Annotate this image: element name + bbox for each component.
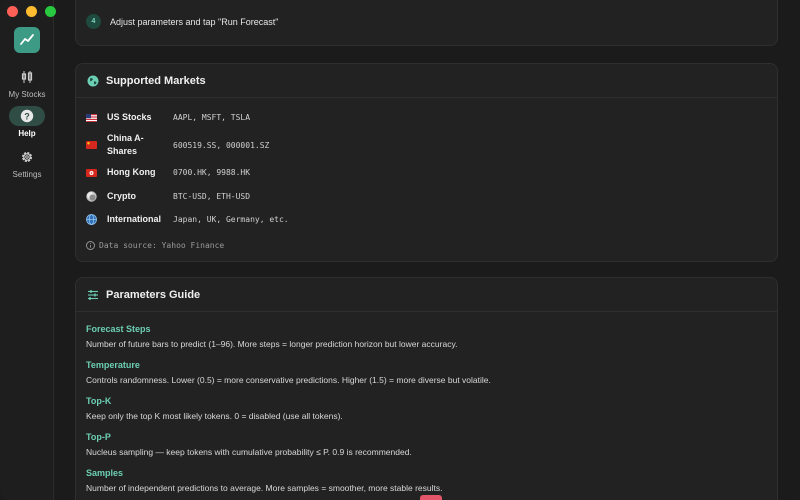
market-row: Crypto BTC-USD, ETH-USD: [86, 190, 250, 203]
market-name: China A-Shares: [107, 133, 144, 156]
param-name: Top-K: [86, 396, 112, 406]
market-name: Crypto: [107, 191, 136, 201]
scroll-indicator: [420, 495, 442, 500]
card-header: Parameters Guide: [76, 278, 777, 312]
card-title: Parameters Guide: [106, 288, 201, 301]
data-source-text: Data source: Yahoo Finance: [99, 241, 225, 250]
help-icon: ?: [20, 109, 34, 123]
app-logo: [14, 27, 40, 53]
market-row: Hong Kong 0700.HK, 9988.HK: [86, 166, 250, 179]
market-name: International: [107, 214, 162, 224]
market-codes: 600519.SS, 000001.SZ: [173, 140, 270, 150]
param-desc: Number of future bars to predict (1–96).…: [86, 339, 458, 349]
help-content[interactable]: 4 Adjust parameters and tap "Run Forecas…: [55, 0, 800, 500]
market-row: International Japan, UK, Germany, etc.: [86, 213, 289, 226]
param-name: Top-P: [86, 432, 111, 442]
app-window: My Stocks ? Help Settings 4 Adjust param…: [0, 0, 800, 500]
market-name: Hong Kong: [107, 167, 156, 177]
param-desc: Keep only the top K most likely tokens. …: [86, 411, 343, 421]
step-item: 4 Adjust parameters and tap "Run Forecas…: [86, 14, 278, 29]
candlestick-icon: [21, 71, 33, 83]
trend-chart-icon: [20, 34, 34, 45]
param-name: Temperature: [86, 360, 140, 370]
window-controls: [7, 6, 56, 17]
market-codes: BTC-USD, ETH-USD: [173, 192, 251, 201]
market-codes: Japan, UK, Germany, etc.: [173, 215, 289, 224]
market-row: US Stocks AAPL, MSFT, TSLA: [86, 111, 250, 124]
coin-icon: [86, 191, 97, 202]
param-name: Samples: [86, 468, 124, 478]
zoom-window-button[interactable]: [45, 6, 56, 17]
param-item: Samples Number of independent prediction…: [86, 468, 442, 493]
close-window-button[interactable]: [7, 6, 18, 17]
getting-started-card: 4 Adjust parameters and tap "Run Forecas…: [75, 0, 778, 46]
param-item: Top-K Keep only the top K most likely to…: [86, 396, 343, 421]
us-flag-icon: [86, 113, 97, 122]
globe-icon: [87, 75, 99, 86]
market-name: US Stocks: [107, 112, 152, 122]
sidebar: My Stocks ? Help Settings: [0, 0, 54, 500]
sidebar-item-help[interactable]: ? Help: [0, 106, 54, 138]
parameters-guide-card: Parameters Guide Forecast Steps Number o…: [75, 277, 778, 500]
minimize-window-button[interactable]: [26, 6, 37, 17]
param-desc: Number of independent predictions to ave…: [86, 483, 443, 493]
cn-flag-icon: [86, 141, 97, 149]
param-name: Forecast Steps: [86, 324, 151, 334]
hk-flag-icon: [86, 168, 97, 177]
sidebar-item-label: My Stocks: [8, 90, 46, 99]
sidebar-item-label: Help: [18, 129, 36, 138]
card-title: Supported Markets: [106, 74, 206, 87]
market-codes: 0700.HK, 9988.HK: [173, 168, 251, 177]
info-icon: [86, 241, 95, 250]
param-desc: Nucleus sampling — keep tokens with cumu…: [86, 447, 412, 457]
sidebar-item-my-stocks[interactable]: My Stocks: [0, 67, 54, 99]
step-number: 4: [86, 14, 101, 29]
card-header: Supported Markets: [76, 64, 777, 98]
param-item: Forecast Steps Number of future bars to …: [86, 324, 457, 349]
param-item: Top-P Nucleus sampling — keep tokens wit…: [86, 432, 412, 457]
param-item: Temperature Controls randomness. Lower (…: [86, 360, 491, 385]
sidebar-item-settings[interactable]: Settings: [0, 147, 54, 179]
market-codes: AAPL, MSFT, TSLA: [173, 113, 251, 122]
supported-markets-card: Supported Markets US Stocks AAPL, MSFT, …: [75, 63, 778, 262]
sliders-icon: [88, 289, 98, 300]
globe-icon: [86, 214, 97, 225]
gear-icon: [21, 151, 33, 163]
market-row: China A-Shares 600519.SS, 000001.SZ: [86, 132, 269, 158]
sidebar-item-label: Settings: [12, 170, 42, 179]
data-source-note: Data source: Yahoo Finance: [86, 241, 224, 250]
step-text: Adjust parameters and tap "Run Forecast": [110, 16, 279, 27]
param-desc: Controls randomness. Lower (0.5) = more …: [86, 375, 491, 385]
svg-text:?: ?: [24, 111, 30, 121]
